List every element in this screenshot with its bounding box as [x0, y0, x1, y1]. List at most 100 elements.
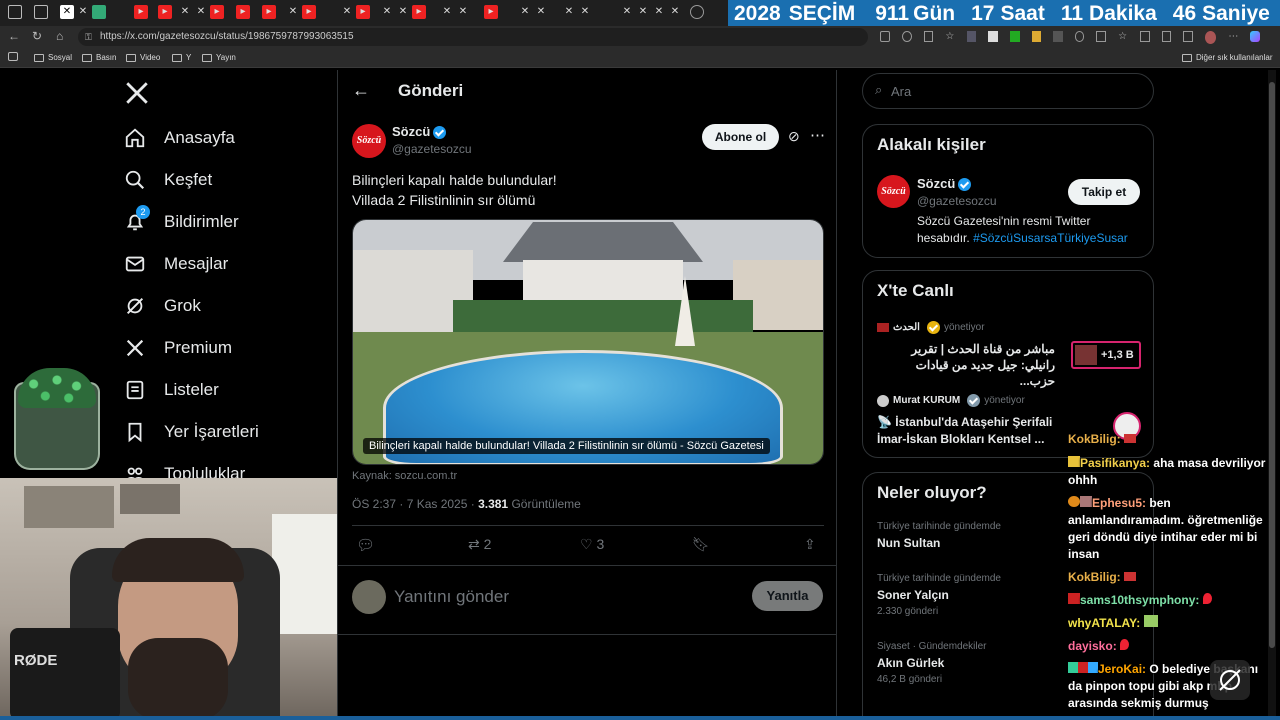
link-source[interactable]: Kaynak: sozcu.com.tr: [352, 470, 457, 482]
favorite-star-icon[interactable]: ☆: [945, 31, 955, 42]
x-logo-icon[interactable]: [124, 80, 150, 111]
author-handle[interactable]: @gazetesozcu: [392, 142, 472, 156]
refresh-icon[interactable]: ↻: [32, 29, 42, 43]
bookmark-apps-icon[interactable]: [8, 52, 18, 61]
extension-icon[interactable]: [1009, 31, 1020, 42]
account-handle[interactable]: @gazetesozcu: [917, 194, 997, 208]
tab-favicon-youtube[interactable]: ▸: [210, 5, 224, 19]
tab-favicon-x[interactable]: ✕: [76, 5, 90, 19]
reply-input[interactable]: Yanıtını gönder: [394, 587, 509, 607]
bookmark-folder-sosyal[interactable]: Sosyal: [34, 53, 72, 62]
tab-favicon-youtube[interactable]: ▸: [236, 5, 250, 19]
tab-actions-icon[interactable]: [34, 5, 48, 19]
tab-favicon-x[interactable]: ✕: [636, 5, 650, 19]
tab-favicon-x[interactable]: ✕: [286, 5, 300, 19]
tab-favicon-x[interactable]: ✕: [562, 5, 576, 19]
sidebar-item-grok[interactable]: Grok: [124, 286, 201, 326]
more-options-icon[interactable]: ⋯: [810, 126, 825, 144]
extension-icon[interactable]: [880, 31, 890, 42]
tab-favicon-x[interactable]: ✕: [534, 5, 548, 19]
workspace-icon[interactable]: [8, 5, 22, 19]
more-icon[interactable]: ⋯: [1228, 31, 1238, 42]
profile-avatar[interactable]: [1205, 31, 1217, 44]
reply-button[interactable]: Yanıtla: [752, 581, 823, 611]
split-screen-icon[interactable]: [1096, 31, 1107, 42]
bookmark-folder-video[interactable]: Video: [126, 53, 160, 62]
grok-explain-icon[interactable]: ⊘: [788, 128, 800, 145]
favorites-icon[interactable]: ☆: [1118, 31, 1128, 42]
extensions-icon[interactable]: [1161, 31, 1172, 42]
tab-favicon-green[interactable]: [92, 5, 106, 19]
search-box[interactable]: ⌕ Ara: [862, 73, 1154, 109]
tab-favicon-x[interactable]: ✕: [456, 5, 470, 19]
subscribe-button[interactable]: Abone ol: [702, 124, 779, 150]
back-icon[interactable]: ←: [8, 29, 20, 43]
extension-icon[interactable]: [1074, 31, 1085, 42]
extension-icon[interactable]: [1031, 31, 1042, 42]
address-bar[interactable]: ⚿ https://x.com/gazetesozcu/status/19867…: [78, 28, 868, 46]
like-button[interactable]: ♡ 3: [580, 536, 604, 553]
tab-favicon-youtube[interactable]: ▸: [412, 5, 426, 19]
sidebar-item-explore[interactable]: Keşfet: [124, 160, 212, 200]
tab-favicon-x[interactable]: ✕: [578, 5, 592, 19]
tab-favicon-x[interactable]: ✕: [340, 5, 354, 19]
account-avatar[interactable]: Sözcü: [877, 175, 910, 208]
collections-icon[interactable]: [1139, 31, 1150, 42]
author-name: Sözcü: [392, 124, 431, 139]
bookmark-other-folder[interactable]: Diğer sık kullanılanlar: [1182, 53, 1272, 62]
author-avatar[interactable]: Sözcü: [352, 124, 386, 158]
bookmark-folder-basin[interactable]: Basın: [82, 53, 116, 62]
browser-extensions[interactable]: ☆ ☆ ⋯: [880, 31, 1260, 44]
tab-favicon-youtube[interactable]: ▸: [484, 5, 498, 19]
zoom-icon[interactable]: [901, 31, 912, 42]
extension-icon[interactable]: [1053, 31, 1063, 42]
tab-favicon-x[interactable]: ✕: [194, 5, 208, 19]
author-name-row[interactable]: Sözcü: [392, 124, 447, 140]
tab-favicon-x[interactable]: ✕: [380, 5, 394, 19]
search-input[interactable]: Ara: [891, 84, 911, 99]
tab-favicon-x[interactable]: ✕: [440, 5, 454, 19]
tab-favicon-youtube[interactable]: ▸: [262, 5, 276, 19]
repost-button[interactable]: ⇄ 2: [468, 536, 491, 553]
live-title-line: 📡 İstanbul'da Ataşehir Şerifali: [877, 415, 1053, 429]
grok-floating-button[interactable]: [1210, 660, 1250, 700]
extension-icon[interactable]: [966, 31, 977, 42]
bookmark-folder-y[interactable]: Y: [172, 53, 191, 62]
tab-favicon-x[interactable]: ✕: [652, 5, 666, 19]
live-item[interactable]: الحدث yönetiyor مباشر من قناة الحدث | تق…: [877, 321, 1141, 388]
tab-favicon-x[interactable]: ✕: [60, 5, 74, 19]
read-aloud-icon[interactable]: [923, 31, 934, 42]
tab-favicon-youtube[interactable]: ▸: [134, 5, 148, 19]
back-arrow-icon[interactable]: ←: [352, 80, 370, 101]
tab-favicon-x[interactable]: ✕: [396, 5, 410, 19]
sidebar-item-bookmarks[interactable]: Yer İşaretleri: [124, 412, 259, 452]
tab-favicon-x[interactable]: ✕: [518, 5, 532, 19]
reply-icon[interactable]: 💬︎: [356, 536, 375, 554]
tab-favicon-x[interactable]: ✕: [178, 5, 192, 19]
share-icon[interactable]: ⇪: [804, 536, 816, 553]
link-card-image[interactable]: Bilinçleri kapalı halde bulundular! Vill…: [352, 219, 824, 465]
account-name-row[interactable]: Sözcü: [917, 176, 972, 192]
scrollbar-thumb[interactable]: [1269, 82, 1275, 648]
sidebar-item-home[interactable]: Anasayfa: [124, 118, 235, 158]
downloads-icon[interactable]: [1183, 31, 1194, 42]
tab-favicon-youtube[interactable]: ▸: [356, 5, 370, 19]
sidebar-item-messages[interactable]: Mesajlar: [124, 244, 228, 284]
home-browser-icon[interactable]: ⌂: [56, 29, 63, 43]
copilot-icon[interactable]: [1250, 31, 1260, 42]
bookmark-post-icon[interactable]: 🔖︎: [692, 536, 710, 553]
extension-icon[interactable]: [988, 31, 998, 42]
tab-favicon-x[interactable]: ✕: [620, 5, 634, 19]
sidebar-item-notifications[interactable]: 2 Bildirimler: [124, 202, 239, 242]
sidebar-item-premium[interactable]: Premium: [124, 328, 232, 368]
tab-favicon-youtube[interactable]: ▸: [302, 5, 316, 19]
user-avatar[interactable]: [352, 580, 386, 614]
bookmark-folder-yayin[interactable]: Yayın: [202, 53, 236, 62]
tab-favicon-youtube[interactable]: ▸: [158, 5, 172, 19]
tab-favicon-x[interactable]: ✕: [668, 5, 682, 19]
post-time[interactable]: ÖS 2:37 · 7 Kas 2025 ·: [352, 497, 478, 511]
hashtag-link[interactable]: #SözcüSusarsaTürkiyeSusar: [973, 231, 1128, 245]
tab-favicon-globe[interactable]: [690, 5, 704, 19]
follow-button[interactable]: Takip et: [1068, 179, 1140, 205]
sidebar-item-lists[interactable]: Listeler: [124, 370, 219, 410]
